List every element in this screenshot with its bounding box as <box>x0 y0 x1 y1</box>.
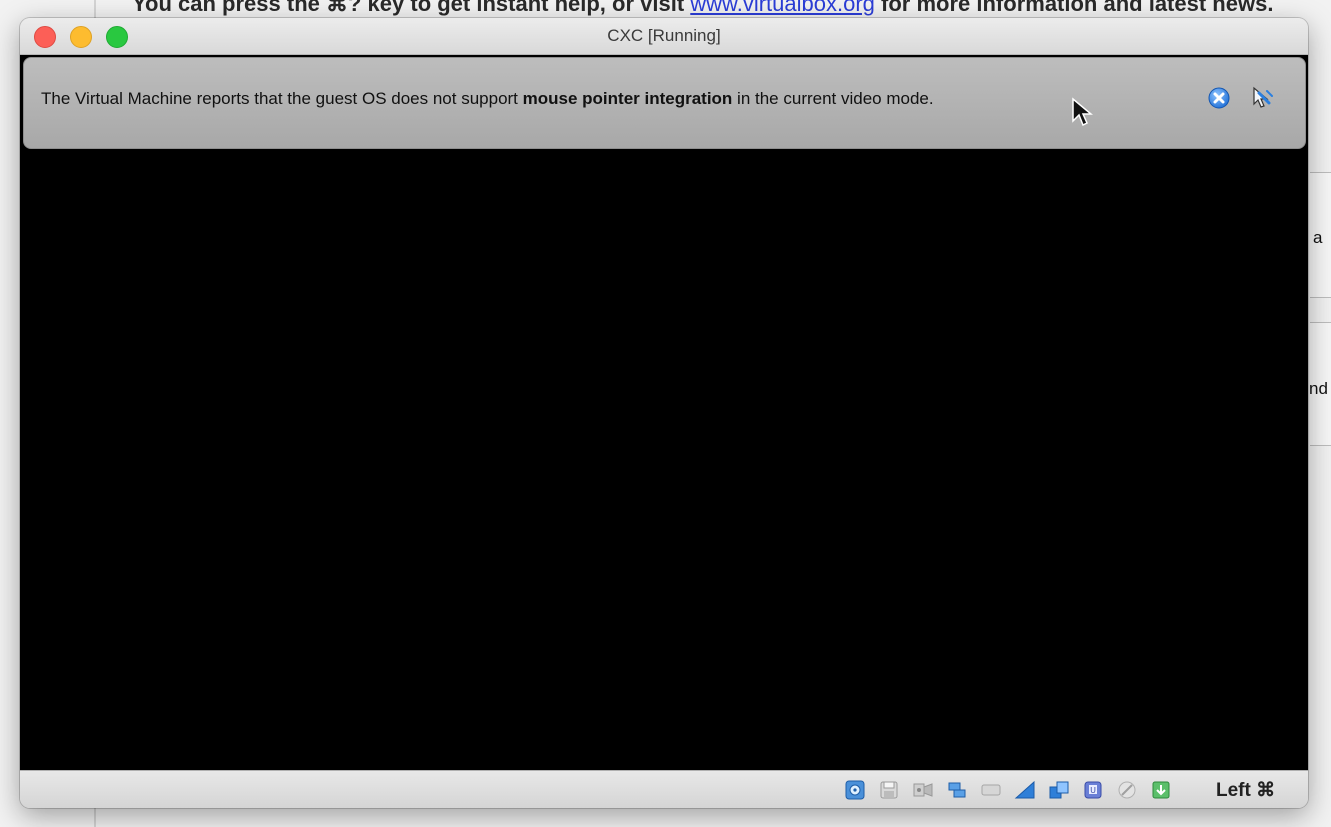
hard-disk-icon[interactable] <box>844 779 866 801</box>
title-bar[interactable]: CXC [Running] <box>20 18 1308 55</box>
window-title: CXC [Running] <box>607 26 721 45</box>
manager-panel-2-text: nd <box>1309 379 1328 398</box>
welcome-text-prefix: You can press the <box>132 0 326 16</box>
display-icon[interactable] <box>1048 779 1070 801</box>
manager-welcome-text: You can press the ⌘? key to get instant … <box>132 0 1273 17</box>
welcome-text-key: ⌘? <box>325 0 362 16</box>
floppy-icon[interactable] <box>878 779 900 801</box>
notice-text-after: in the current video mode. <box>732 89 934 108</box>
usb-icon[interactable] <box>980 779 1002 801</box>
notice-text-bold: mouse pointer integration <box>522 89 733 108</box>
vm-window: CXC [Running] The Virtual Machine report… <box>20 18 1308 808</box>
network-icon[interactable] <box>946 779 968 801</box>
cpu-icon[interactable] <box>1116 779 1138 801</box>
virtualbox-link[interactable]: www.virtualbox.org <box>690 0 875 16</box>
manager-panel-1-text: a <box>1313 228 1323 247</box>
optical-drive-icon[interactable] <box>912 779 934 801</box>
welcome-text-middle: key to get instant help, or visit <box>361 0 691 16</box>
notice-close-button[interactable] <box>1206 85 1232 111</box>
welcome-text-suffix: for more information and latest news. <box>874 0 1274 16</box>
host-key-indicator[interactable]: Left ⌘ <box>1216 779 1275 802</box>
status-bar: U Left ⌘ <box>20 770 1308 808</box>
mouse-integration-off-icon <box>1253 86 1273 108</box>
svg-text:U: U <box>1090 786 1096 795</box>
mouse-integration-icon[interactable] <box>1150 779 1172 801</box>
notice-suppress-button[interactable] <box>1249 85 1275 111</box>
vm-display[interactable] <box>20 55 1308 770</box>
close-circle-icon <box>1208 87 1230 109</box>
mouse-cursor-icon <box>1072 97 1093 127</box>
video-capture-icon[interactable]: U <box>1082 779 1104 801</box>
notice-message: The Virtual Machine reports that the gue… <box>41 89 934 109</box>
shared-folders-icon[interactable] <box>1014 779 1036 801</box>
notice-text-before: The Virtual Machine reports that the gue… <box>41 89 523 108</box>
mouse-integration-notice: The Virtual Machine reports that the gue… <box>23 57 1306 149</box>
